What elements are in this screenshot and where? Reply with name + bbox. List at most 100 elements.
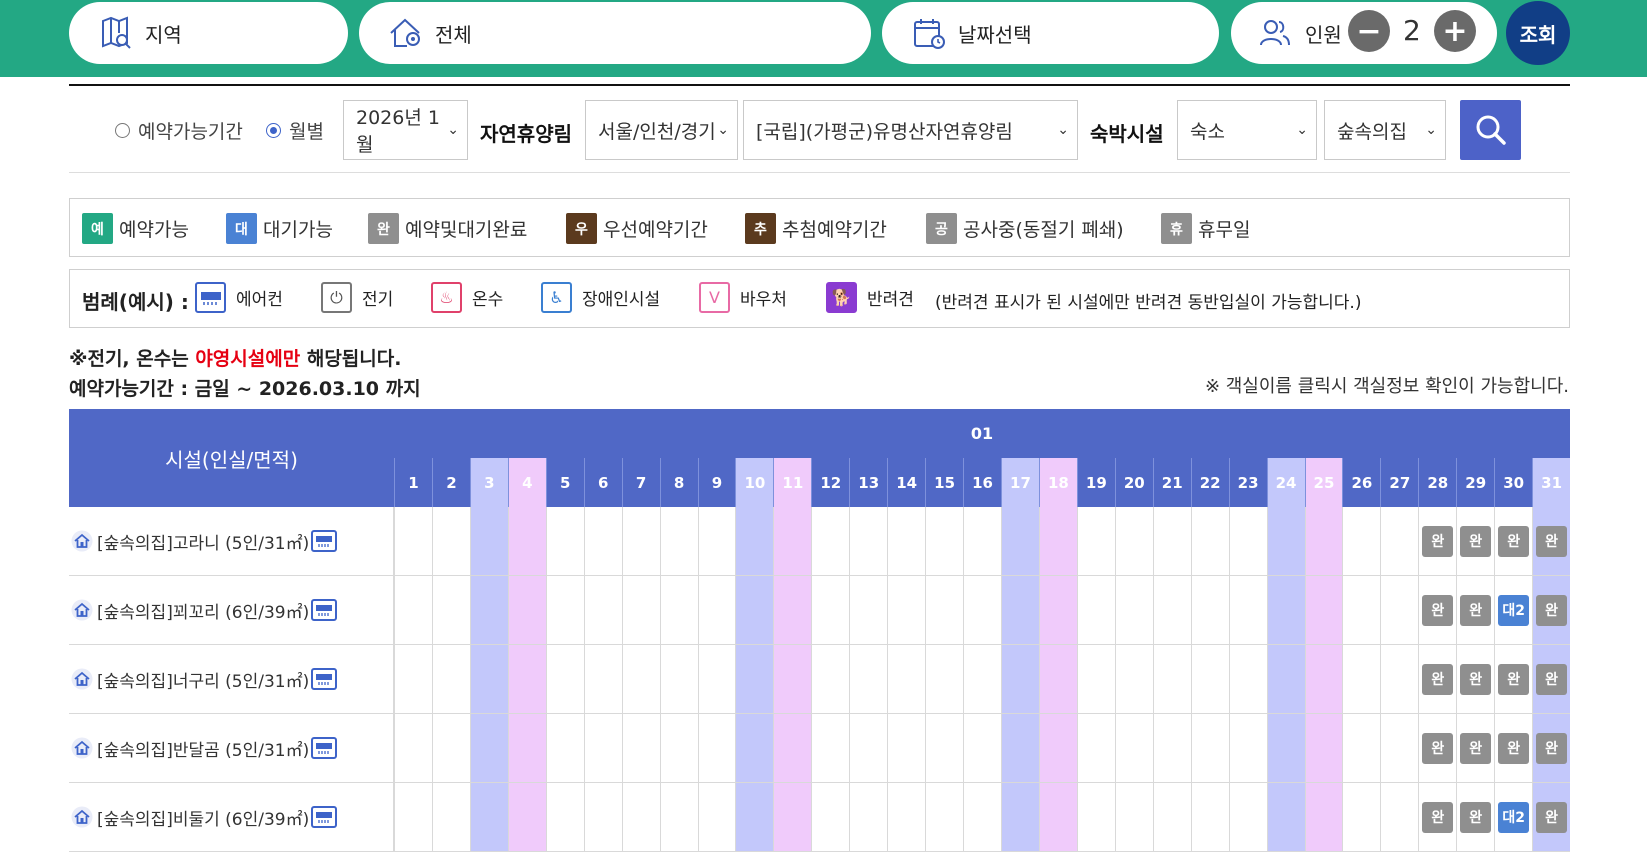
date-selector[interactable]: 날짜선택	[882, 2, 1219, 64]
search-button[interactable]	[1460, 100, 1521, 160]
complete-badge: 완	[1536, 663, 1568, 695]
day-header-7: 7	[621, 458, 660, 507]
day-cell	[507, 783, 546, 851]
day-cell	[963, 783, 1001, 851]
day-cell	[1001, 645, 1039, 713]
region-select[interactable]: 서울/인천/경기 ⌄	[585, 100, 738, 160]
complete-badge: 완	[1536, 594, 1568, 626]
day-header-22: 22	[1190, 458, 1229, 507]
region-selector[interactable]: 지역	[69, 2, 348, 64]
legend-complete: 완 예약및대기완료	[368, 213, 527, 244]
legend-badge: 공	[926, 213, 957, 244]
day-cell	[431, 714, 470, 782]
room-name: [숲속의집]꾀꼬리 (6인/39㎡)	[97, 602, 310, 623]
day-cell: 완	[1456, 714, 1494, 782]
room-name-link[interactable]: [숲속의집]꾀꼬리 (6인/39㎡)	[69, 576, 394, 644]
aircon-icon	[311, 599, 338, 621]
day-cell	[1304, 507, 1343, 575]
day-cell	[849, 645, 887, 713]
house-value: 숲속의집	[1337, 120, 1407, 143]
increase-people-button[interactable]: +	[1434, 10, 1476, 52]
day-cell	[1380, 783, 1418, 851]
day-cell	[1304, 714, 1343, 782]
day-cell	[507, 576, 546, 644]
month-select[interactable]: 2026년 1월 ⌄	[343, 100, 468, 160]
day-cell	[1266, 507, 1305, 575]
home-icon	[71, 530, 93, 552]
waitlist-badge[interactable]: 대2	[1498, 594, 1530, 626]
day-cell	[431, 576, 470, 644]
lodging-type-value: 숙소	[1190, 120, 1225, 143]
day-cell	[659, 507, 698, 575]
day-cell	[469, 783, 508, 851]
complete-badge: 완	[1422, 663, 1454, 695]
legend-closed: 휴 휴무일	[1161, 213, 1250, 244]
lookup-button[interactable]: 조회	[1506, 1, 1570, 65]
amenity-legend-title: 범례(예시) :	[82, 290, 189, 314]
forest-select[interactable]: [국립](가평군)유명산자연휴양림 ⌄	[743, 100, 1078, 160]
day-header-4: 4	[507, 458, 546, 507]
amenity-accessible: ♿ 장애인시설	[541, 282, 660, 313]
lodging-type-select[interactable]: 숙소 ⌄	[1177, 100, 1317, 160]
day-cell: 완	[1456, 783, 1494, 851]
amenity-legend: 범례(예시) : 에어컨 ⏻ 전기 ♨ 온수 ♿ 장애인시설 V 바우처 🐕 반…	[69, 269, 1570, 328]
day-cell	[697, 507, 736, 575]
complete-badge: 완	[1498, 663, 1530, 695]
house-select[interactable]: 숲속의집 ⌄	[1324, 100, 1446, 160]
day-cell	[1228, 783, 1267, 851]
people-icon	[1255, 13, 1295, 53]
legend-label: 휴무일	[1198, 219, 1251, 241]
location-selector[interactable]: 전체	[359, 2, 871, 64]
day-header-17: 17	[1001, 458, 1039, 507]
divider	[69, 84, 1570, 86]
room-name: [숲속의집]고라니 (5인/31㎡)	[97, 533, 310, 554]
day-cell	[697, 576, 736, 644]
room-name-link[interactable]: [숲속의집]비둘기 (6인/39㎡)	[69, 783, 394, 851]
legend-lottery: 추 추첨예약기간	[745, 213, 887, 244]
room-name-link[interactable]: [숲속의집]반달곰 (5인/31㎡)	[69, 714, 394, 782]
decrease-people-button[interactable]: −	[1348, 10, 1390, 52]
day-cell	[1304, 645, 1343, 713]
voucher-icon: V	[699, 282, 730, 313]
day-cell	[545, 783, 584, 851]
day-header-18: 18	[1038, 458, 1077, 507]
amenity-label: 전기	[362, 290, 394, 310]
day-cell	[1076, 576, 1115, 644]
room-name-link[interactable]: [숲속의집]너구리 (5인/31㎡)	[69, 645, 394, 713]
day-cell: 완	[1456, 507, 1494, 575]
aircon-icon	[311, 668, 338, 690]
day-cell	[1380, 507, 1418, 575]
day-header-9: 9	[697, 458, 736, 507]
day-cell	[735, 714, 774, 782]
day-cell	[1266, 714, 1305, 782]
day-cell	[849, 576, 887, 644]
day-cell	[469, 507, 508, 575]
day-cell	[1304, 783, 1343, 851]
room-name: [숲속의집]반달곰 (5인/31㎡)	[97, 740, 310, 761]
calendar-icon	[908, 13, 948, 53]
radio-reservation-period[interactable]: 예약가능기간	[115, 117, 243, 144]
day-cell	[963, 507, 1001, 575]
day-cells: 완완완완	[394, 714, 1571, 782]
complete-badge: 완	[1422, 594, 1454, 626]
day-header-21: 21	[1152, 458, 1191, 507]
day-cell	[697, 714, 736, 782]
day-cell	[887, 714, 925, 782]
day-cell	[431, 507, 470, 575]
notice-text: 해당됩니다.	[300, 348, 402, 370]
amenity-pet: 🐕 반려견	[826, 282, 914, 313]
day-cell	[507, 645, 546, 713]
room-name-link[interactable]: [숲속의집]고라니 (5인/31㎡)	[69, 507, 394, 575]
legend-label: 대기가능	[263, 219, 333, 241]
day-cell	[773, 714, 812, 782]
waitlist-badge[interactable]: 대2	[1498, 801, 1530, 833]
home-icon	[71, 737, 93, 759]
search-bar: 지역 전체 날짜선택 인원 − 2 + 조회	[0, 0, 1647, 77]
day-cell	[394, 645, 432, 713]
day-cell	[1266, 645, 1305, 713]
day-cell	[659, 576, 698, 644]
radio-monthly[interactable]: 월별	[266, 117, 324, 144]
day-cell	[1152, 576, 1191, 644]
day-cell	[735, 783, 774, 851]
aircon-icon	[311, 530, 338, 552]
